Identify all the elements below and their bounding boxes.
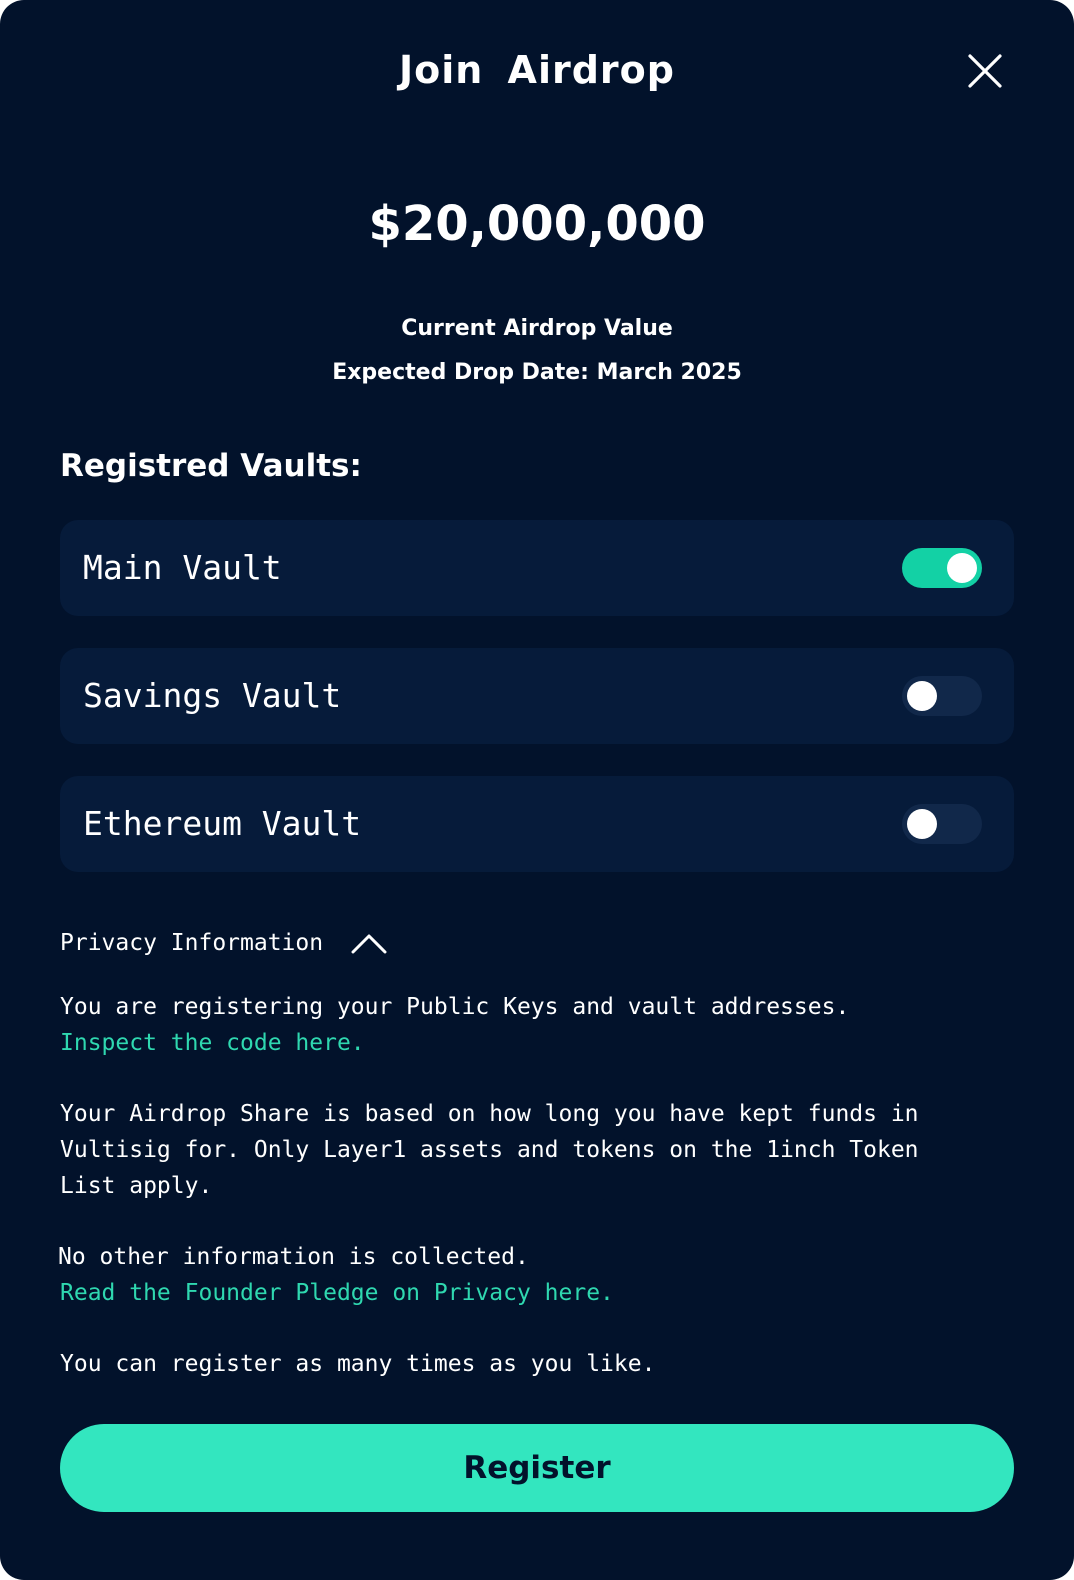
vault-toggle-ethereum[interactable] [902, 804, 982, 844]
vault-name: Savings Vault [83, 676, 342, 715]
vault-row-main[interactable]: Main Vault [60, 520, 1014, 616]
registered-vaults-heading: Registred Vaults: [60, 448, 362, 484]
modal-title: Join Airdrop [399, 48, 675, 92]
privacy-information-label: Privacy Information [60, 930, 324, 956]
vault-row-ethereum[interactable]: Ethereum Vault [60, 776, 1014, 872]
vault-toggle-savings[interactable] [902, 676, 982, 716]
privacy-paragraph-share: Your Airdrop Share is based on how long … [60, 1101, 933, 1199]
vault-name: Main Vault [83, 548, 282, 587]
vault-row-savings[interactable]: Savings Vault [60, 648, 1014, 744]
privacy-information-toggle[interactable]: Privacy Information [60, 926, 387, 960]
close-button[interactable] [968, 54, 1002, 88]
chevron-up-icon [351, 934, 387, 954]
toggle-knob [907, 681, 937, 711]
founder-pledge-link[interactable]: Read the Founder Pledge on Privacy here. [60, 1275, 614, 1311]
vault-toggle-main[interactable] [902, 548, 982, 588]
privacy-paragraph-register-times: You can register as many times as you li… [60, 1351, 656, 1377]
airdrop-value: $20,000,000 [368, 196, 706, 252]
airdrop-value-caption: Current Airdrop Value [401, 316, 673, 341]
join-airdrop-modal: Join Airdrop $20,000,000 Current Airdrop… [0, 0, 1074, 1580]
register-button[interactable]: Register [60, 1424, 1014, 1512]
privacy-paragraph-no-info: No other information is collected. [58, 1244, 529, 1270]
vault-name: Ethereum Vault [83, 804, 362, 843]
expected-drop-date: Expected Drop Date: March 2025 [332, 360, 742, 385]
close-icon [968, 54, 1002, 88]
privacy-paragraph-keys: You are registering your Public Keys and… [60, 994, 850, 1020]
toggle-knob [947, 553, 977, 583]
toggle-knob [907, 809, 937, 839]
inspect-code-link[interactable]: Inspect the code here. [60, 1025, 365, 1061]
